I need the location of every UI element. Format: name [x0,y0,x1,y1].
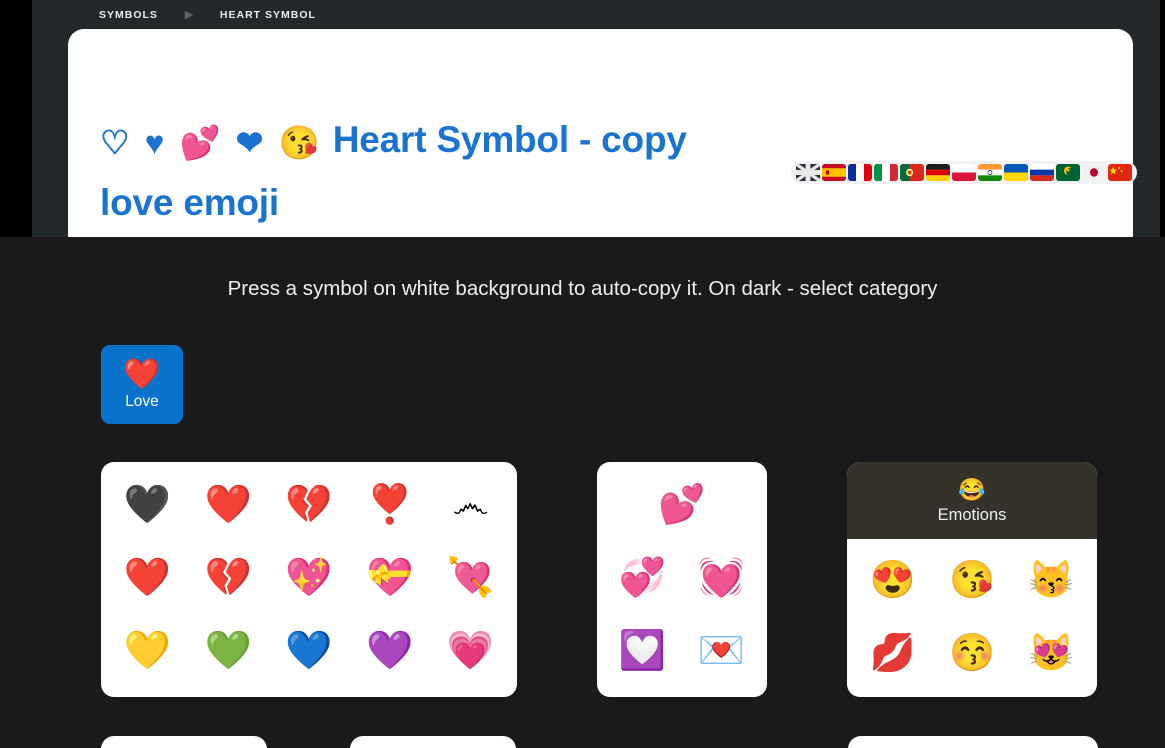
symbol-blue-heart[interactable]: 💙 [269,616,350,686]
flag-pt-icon[interactable] [900,164,924,181]
emotions-panel: 😂 Emotions 😍 😘 😽 💋 😚 😻 [847,462,1097,697]
red-heart-icon: ❤️ [123,358,161,391]
hearts-extra-panel-grid: 💕 💞 💓 💟 💌 [597,462,767,697]
symbol-heart-exclamation[interactable]: ❣️ [349,470,430,540]
symbol-purple-heart[interactable]: 💜 [349,616,430,686]
symbol-heart-decoration[interactable]: 💟 [603,616,682,686]
symbol-heart-pointed[interactable]: 💔 [269,470,350,540]
face-with-tears-of-joy-icon: 😂 [958,476,986,502]
flag-de-icon[interactable] [926,164,950,181]
symbol-red-heart-2[interactable]: ❤️ [107,543,188,613]
hearts-panel-grid: 🖤 ❤️ 💔 ❣️ ෴ ❤️ 💔 💖 💝 💘 💛 💚 💙 💜 💗 [101,462,517,697]
symbol-red-heart[interactable]: ❤️ [188,470,269,540]
symbol-revolving-hearts[interactable]: 💞 [603,543,682,613]
symbol-beating-heart[interactable]: 💓 [682,543,761,613]
page-root: SYMBOLS ▶ HEART SYMBOL ♡ ♥ 💕 ❤ 😘 Heart S… [0,0,1165,748]
language-flag-switcher [791,161,1137,184]
flag-it-icon[interactable] [874,164,898,181]
instruction-text: Press a symbol on white background to au… [227,277,938,300]
category-label-love: Love [125,393,159,410]
category-card-love[interactable]: ❤️ Love [101,345,183,424]
symbol-black-heart[interactable]: 🖤 [107,470,188,540]
emotions-category-label: Emotions [937,505,1007,524]
flag-cn-icon[interactable] [1108,164,1132,181]
symbol-heart-with-arrow[interactable]: 💘 [430,543,511,613]
emotions-panel-grid: 😍 😘 😽 💋 😚 😻 [847,539,1097,697]
flag-ru-icon[interactable] [1030,164,1054,181]
symbol-heart-with-ribbon[interactable]: 💝 [349,543,430,613]
panel-stub-below-2[interactable] [350,736,516,748]
flag-es-icon[interactable] [822,164,846,181]
breadcrumb: SYMBOLS ▶ HEART SYMBOL [99,7,316,23]
symbol-kissing-cat[interactable]: 😽 [1012,545,1091,615]
symbol-sparkling-heart[interactable]: 💖 [269,543,350,613]
symbol-kiss-mark[interactable]: 💋 [853,618,932,688]
symbol-love-letter[interactable]: 💌 [682,616,761,686]
symbol-heart-outline-gray[interactable]: ෴ [430,470,511,540]
symbol-broken-heart[interactable]: 💔 [188,543,269,613]
breadcrumb-item-symbols[interactable]: SYMBOLS [99,9,158,21]
flag-jp-icon[interactable] [1082,164,1106,181]
flag-gb-icon[interactable] [796,164,820,181]
symbol-yellow-heart[interactable]: 💛 [107,616,188,686]
category-row: ❤️ Love [101,345,183,424]
symbol-two-hearts[interactable]: 💕 [603,470,761,540]
symbol-face-blowing-a-kiss[interactable]: 😘 [932,545,1011,615]
hearts-panel: 🖤 ❤️ 💔 ❣️ ෴ ❤️ 💔 💖 💝 💘 💛 💚 💙 💜 💗 [101,462,517,697]
symbol-kissing-face-closed-eyes[interactable]: 😚 [932,618,1011,688]
hero-card: ♡ ♥ 💕 ❤ 😘 Heart Symbol - copy love emoji [68,29,1133,237]
chevron-right-icon: ▶ [184,8,194,21]
flag-ua-icon[interactable] [1004,164,1028,181]
flag-fr-icon[interactable] [848,164,872,181]
hearts-extra-panel: 💕 💞 💓 💟 💌 [597,462,767,697]
symbol-smiling-cat-with-heart-eyes[interactable]: 😻 [1012,618,1091,688]
emotions-category-header[interactable]: 😂 Emotions [847,462,1097,539]
symbol-growing-heart[interactable]: 💗 [430,616,511,686]
title-emoji-prefix: ♡ ♥ 💕 ❤ 😘 [100,123,323,161]
breadcrumb-item-heart-symbol[interactable]: HEART SYMBOL [220,9,316,21]
page-title: ♡ ♥ 💕 ❤ 😘 Heart Symbol - copy love emoji [100,110,760,233]
symbol-green-heart[interactable]: 💚 [188,616,269,686]
flag-pl-icon[interactable] [952,164,976,181]
symbol-smiling-face-with-heart-eyes[interactable]: 😍 [853,545,932,615]
panel-stub-below-1[interactable] [101,736,267,748]
flag-in-icon[interactable] [978,164,1002,181]
panel-stub-below-3[interactable] [848,736,1098,748]
flag-mr-icon[interactable] [1056,164,1080,181]
